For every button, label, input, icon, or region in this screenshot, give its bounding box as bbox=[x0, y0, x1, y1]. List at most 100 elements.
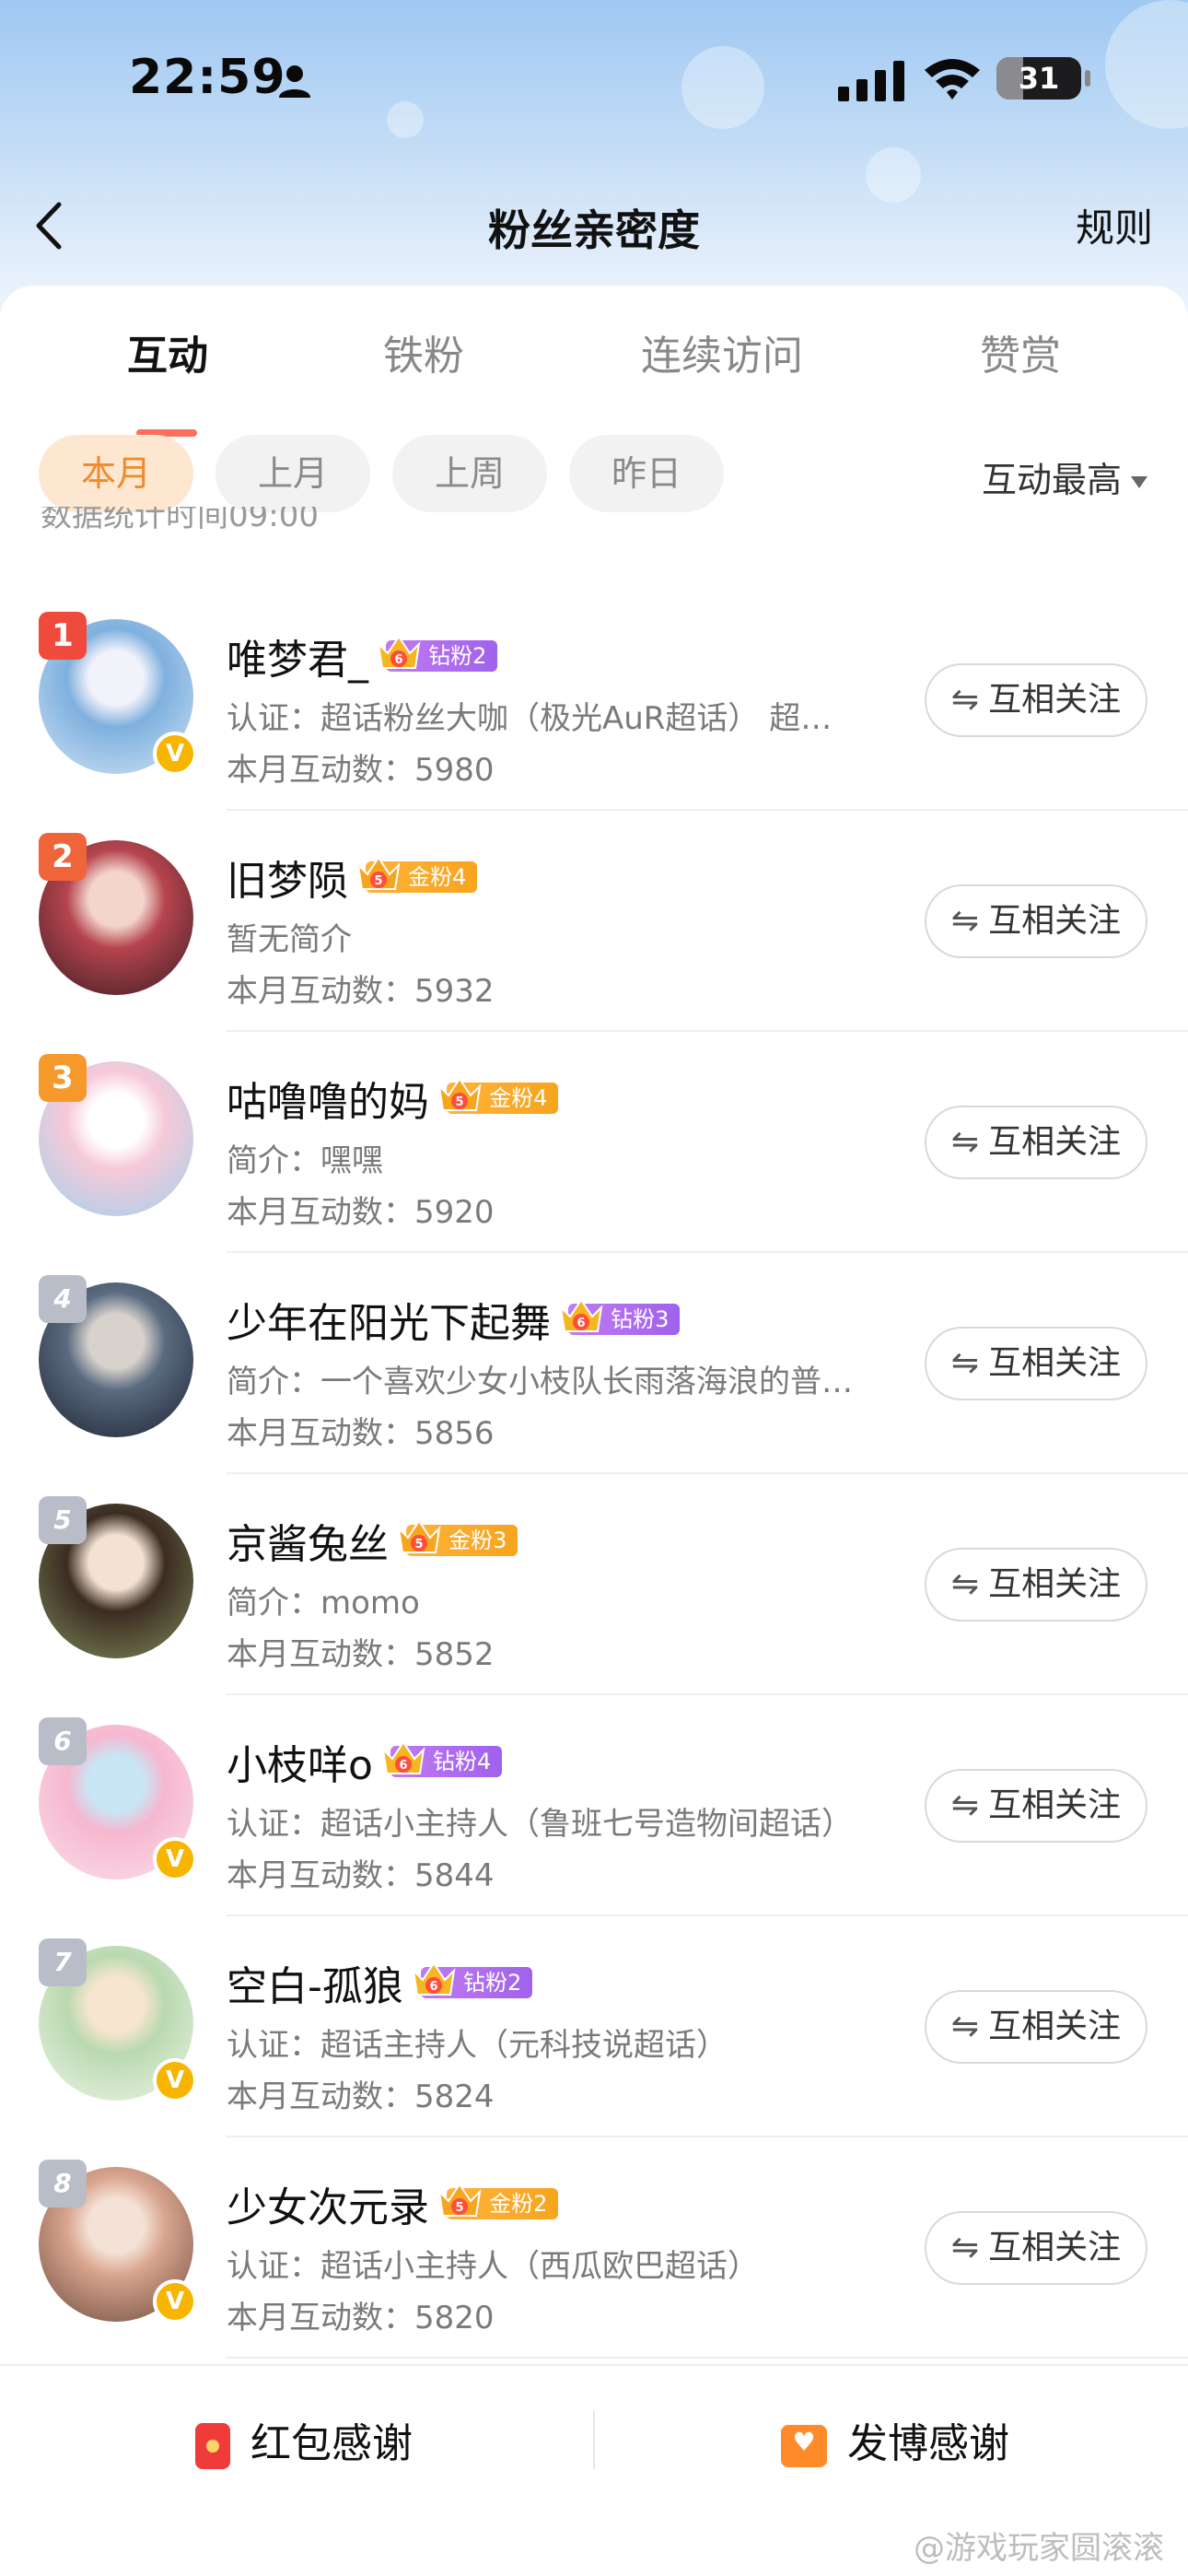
tab-rewards[interactable]: 赞赏 bbox=[980, 322, 1061, 381]
fan-level-badge: 6 钻粉4 bbox=[381, 1740, 503, 1777]
stats-time-note: 数据统计时间09:00 bbox=[41, 507, 319, 534]
exchange-icon: ⇋ bbox=[950, 2008, 980, 2045]
fan-name[interactable]: 少年在阳光下起舞 bbox=[227, 1300, 551, 1347]
post-heart-icon bbox=[781, 2425, 827, 2467]
post-thanks-button[interactable]: 发博感谢 bbox=[781, 2410, 1009, 2469]
crown-icon: 5 bbox=[356, 856, 401, 890]
filter-this-month[interactable]: 本月 bbox=[39, 435, 193, 512]
interaction-count: 本月互动数：5920 bbox=[227, 1194, 495, 1231]
tab-bar: 互动 铁粉 连续访问 赞赏 bbox=[0, 322, 1188, 437]
mutual-follow-button[interactable]: ⇋ 互相关注 bbox=[925, 884, 1147, 958]
rank-badge: 1 bbox=[39, 612, 87, 660]
red-packet-thanks-button[interactable]: 红包感谢 bbox=[195, 2410, 413, 2469]
crown-icon: 5 bbox=[437, 2183, 482, 2217]
fan-level-badge: 5 金粉4 bbox=[356, 856, 478, 893]
fan-level-badge: 5 金粉3 bbox=[397, 1519, 518, 1556]
fan-row[interactable]: 3 咕噜噜的妈 5 金粉4 简介：嘿嘿 本月互动数：5920 ⇋ 互相关注 bbox=[0, 1032, 1188, 1253]
fan-description: 简介：嘿嘿 bbox=[227, 1142, 383, 1179]
mutual-follow-button[interactable]: ⇋ 互相关注 bbox=[925, 2211, 1147, 2285]
interaction-count: 本月互动数：5844 bbox=[227, 1857, 495, 1894]
fan-name[interactable]: 京酱兔丝 bbox=[227, 1521, 389, 1568]
exchange-icon: ⇋ bbox=[950, 1786, 980, 1824]
mutual-follow-button[interactable]: ⇋ 互相关注 bbox=[925, 1990, 1147, 2064]
fan-level-badge: 5 金粉4 bbox=[437, 1077, 559, 1114]
svg-text:6: 6 bbox=[395, 653, 403, 667]
fan-description: 简介：一个喜欢少女小枝队长雨落海浪的普… bbox=[227, 1364, 853, 1400]
rank-badge: 2 bbox=[39, 833, 87, 881]
fan-description: 认证：超话小主持人（西瓜欧巴超话） bbox=[227, 2248, 759, 2285]
status-bar: 22:59 31 bbox=[0, 37, 1188, 129]
filter-last-month[interactable]: 上月 bbox=[215, 435, 370, 512]
svg-text:6: 6 bbox=[429, 1980, 437, 1994]
fan-row[interactable]: 6 V 小枝咩o 6 钻粉4 认证：超话小主持人（鲁班七号造物间超话） 本月互动… bbox=[0, 1695, 1188, 1916]
tab-interaction[interactable]: 互动 bbox=[127, 322, 208, 381]
fan-name[interactable]: 小枝咩o bbox=[227, 1742, 373, 1789]
svg-text:6: 6 bbox=[399, 1759, 407, 1773]
fan-row[interactable]: 8 V 少女次元录 5 金粉2 认证：超话小主持人（西瓜欧巴超话） 本月互动数：… bbox=[0, 2137, 1188, 2359]
verified-icon: V bbox=[153, 1837, 197, 1881]
fan-name[interactable]: 咕噜噜的妈 bbox=[227, 1079, 429, 1126]
clock: 22:59 bbox=[129, 50, 286, 105]
nav-bar: 粉丝亲密度 规则 bbox=[0, 175, 1188, 276]
verified-icon: V bbox=[153, 2279, 197, 2324]
exchange-icon: ⇋ bbox=[950, 902, 980, 940]
fan-row[interactable]: 7 V 空白-孤狼 6 钻粉2 认证：超话主持人（元科技说超话） 本月互动数：5… bbox=[0, 1916, 1188, 2137]
battery-icon: 31 bbox=[996, 57, 1081, 100]
interaction-count: 本月互动数：5980 bbox=[227, 752, 495, 789]
battery-percent: 31 bbox=[1018, 61, 1060, 96]
crown-icon: 6 bbox=[377, 635, 421, 669]
rank-badge: 3 bbox=[39, 1054, 87, 1102]
fan-description: 认证：超话粉丝大咖（极光AuR超话） 超… bbox=[227, 700, 833, 737]
mutual-follow-button[interactable]: ⇋ 互相关注 bbox=[925, 1769, 1147, 1843]
cellular-signal-icon bbox=[838, 61, 904, 101]
fan-description: 简介：momo bbox=[227, 1585, 420, 1622]
sort-label: 互动最高 bbox=[981, 460, 1122, 500]
filter-yesterday[interactable]: 昨日 bbox=[569, 435, 724, 512]
crown-icon: 5 bbox=[437, 1077, 482, 1111]
mutual-follow-button[interactable]: ⇋ 互相关注 bbox=[925, 663, 1147, 737]
sort-dropdown[interactable]: 互动最高 bbox=[982, 451, 1147, 502]
fan-level-badge: 6 钻粉2 bbox=[377, 635, 498, 672]
tab-iron-fans[interactable]: 铁粉 bbox=[383, 322, 464, 381]
bottom-action-bar: 红包感谢 发博感谢 bbox=[0, 2364, 1188, 2512]
mutual-follow-button[interactable]: ⇋ 互相关注 bbox=[925, 1106, 1147, 1179]
rank-badge: 7 bbox=[39, 1938, 87, 1986]
exchange-icon: ⇋ bbox=[950, 2229, 980, 2266]
content-sheet: 互动 铁粉 连续访问 赞赏 本月 上月 上周 昨日 互动最高 数据统计时间09:… bbox=[0, 286, 1188, 2576]
crown-icon: 6 bbox=[412, 1961, 456, 1996]
fan-row[interactable]: 1 V 唯梦君_ 6 钻粉2 认证：超话粉丝大咖（极光AuR超话） 超… 本月互… bbox=[0, 590, 1188, 811]
rank-badge: 6 bbox=[39, 1717, 87, 1765]
exchange-icon: ⇋ bbox=[950, 1565, 980, 1603]
rank-badge: 5 bbox=[39, 1496, 87, 1544]
tab-consecutive-visits[interactable]: 连续访问 bbox=[641, 322, 803, 381]
mutual-follow-button[interactable]: ⇋ 互相关注 bbox=[925, 1327, 1147, 1400]
mutual-follow-button[interactable]: ⇋ 互相关注 bbox=[925, 1548, 1147, 1622]
verified-icon: V bbox=[153, 732, 197, 776]
rules-link[interactable]: 规则 bbox=[1076, 197, 1153, 253]
filter-last-week[interactable]: 上周 bbox=[392, 435, 547, 512]
verified-icon: V bbox=[153, 2058, 197, 2102]
fan-name[interactable]: 空白-孤狼 bbox=[227, 1963, 403, 2010]
watermark: @游戏玩家圆滚滚 bbox=[914, 2530, 1164, 2567]
crown-icon: 5 bbox=[397, 1519, 441, 1553]
crown-icon: 6 bbox=[559, 1298, 603, 1332]
svg-text:5: 5 bbox=[456, 1095, 464, 1109]
fan-row[interactable]: 2 旧梦陨 5 金粉4 暂无简介 本月互动数：5932 ⇋ 互相关注 bbox=[0, 811, 1188, 1032]
fan-row[interactable]: 4 少年在阳光下起舞 6 钻粉3 简介：一个喜欢少女小枝队长雨落海浪的普… 本月… bbox=[0, 1253, 1188, 1474]
interaction-count: 本月互动数：5824 bbox=[227, 2078, 495, 2115]
wifi-icon bbox=[925, 59, 980, 100]
svg-text:5: 5 bbox=[415, 1538, 424, 1551]
interaction-count: 本月互动数：5932 bbox=[227, 973, 495, 1010]
page-title: 粉丝亲密度 bbox=[488, 205, 700, 255]
fan-name[interactable]: 旧梦陨 bbox=[227, 858, 348, 905]
fan-level-badge: 6 钻粉2 bbox=[412, 1961, 533, 1998]
exchange-icon: ⇋ bbox=[950, 1123, 980, 1161]
fan-name[interactable]: 唯梦君_ bbox=[227, 637, 368, 684]
fan-row[interactable]: 5 京酱兔丝 5 金粉3 简介：momo 本月互动数：5852 ⇋ 互相关注 bbox=[0, 1474, 1188, 1695]
fan-description: 认证：超话小主持人（鲁班七号造物间超话） bbox=[227, 1806, 853, 1843]
svg-text:6: 6 bbox=[577, 1317, 586, 1330]
red-packet-icon bbox=[195, 2423, 230, 2469]
person-icon bbox=[279, 65, 310, 98]
fan-description: 暂无简介 bbox=[227, 921, 352, 958]
fan-name[interactable]: 少女次元录 bbox=[227, 2184, 429, 2231]
